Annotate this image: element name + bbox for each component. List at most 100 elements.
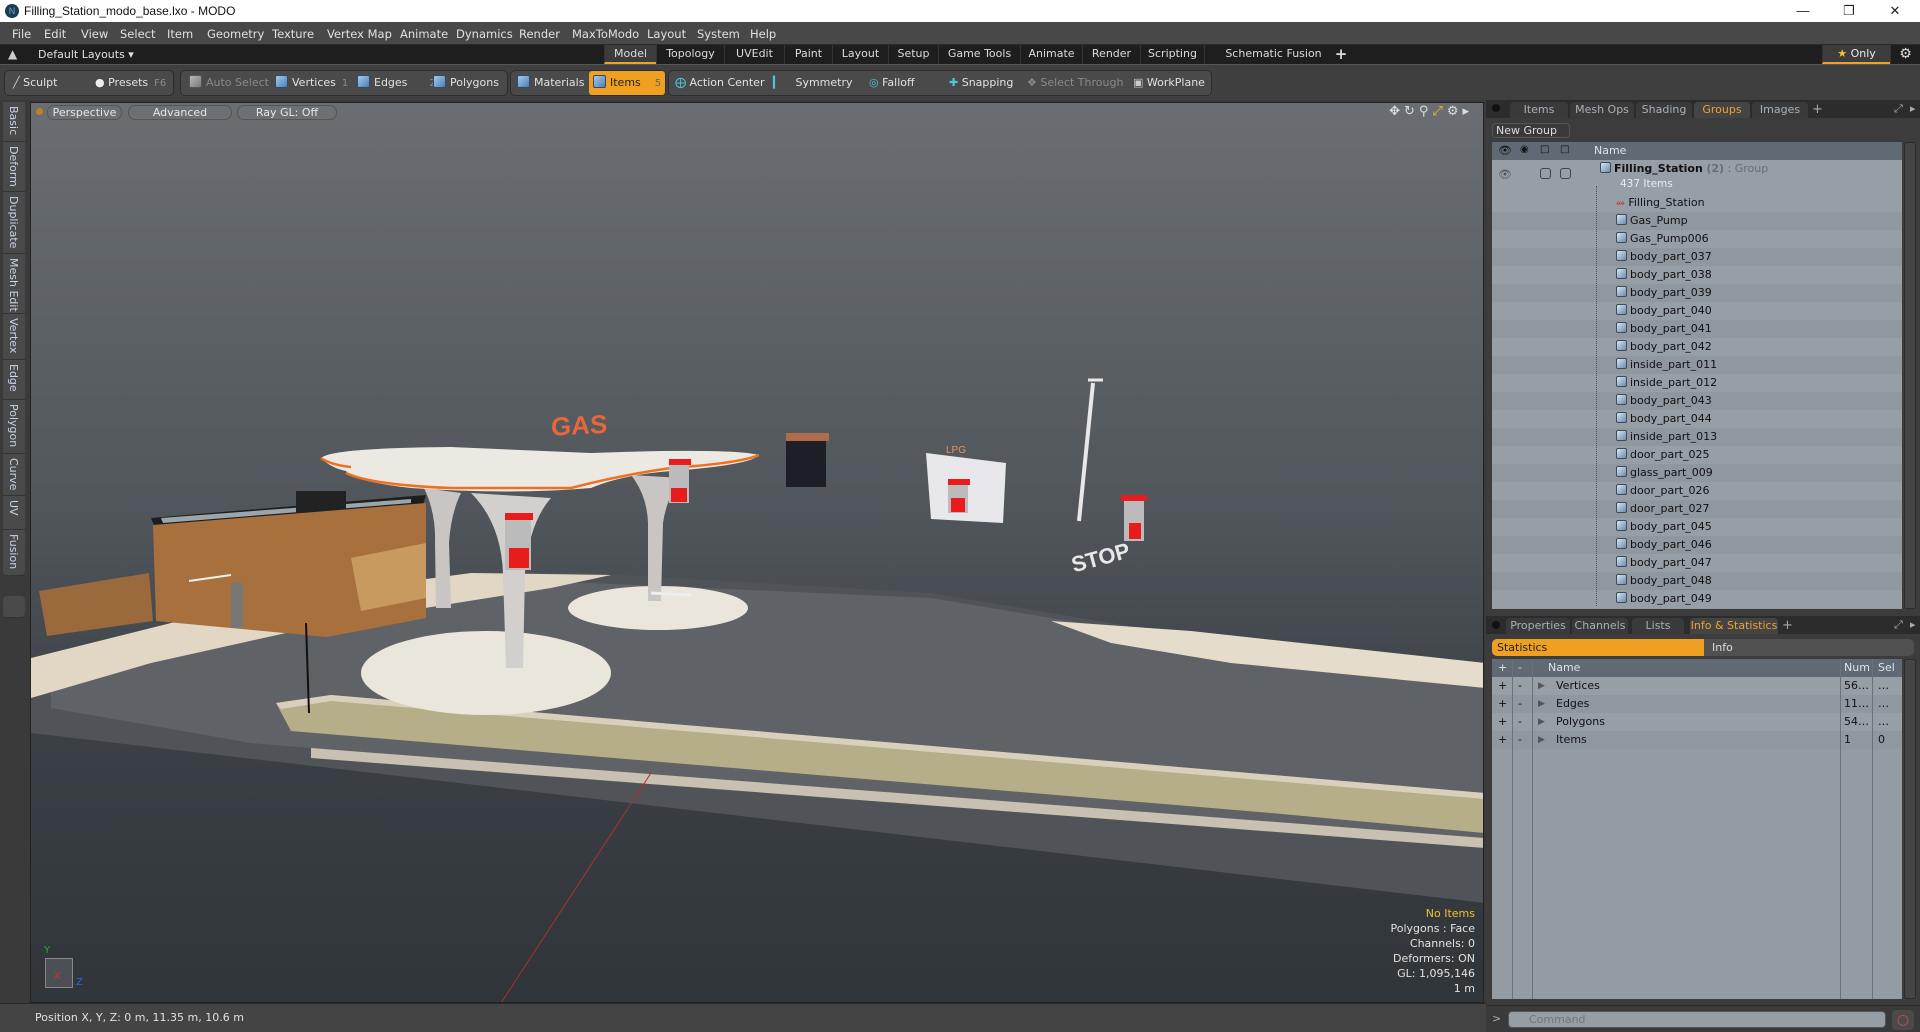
tab-images[interactable]: Images xyxy=(1752,102,1808,118)
vtab-edge[interactable]: Edge xyxy=(3,360,25,400)
vtab-extra[interactable] xyxy=(3,596,25,618)
stats-table-scrollbar[interactable] xyxy=(1904,659,1916,999)
list-item[interactable]: body_part_042 xyxy=(1492,338,1902,356)
collapse-up-icon[interactable]: ▲ xyxy=(8,47,17,61)
list-item[interactable]: body_part_045 xyxy=(1492,518,1902,536)
group-lock-toggle[interactable] xyxy=(1540,168,1551,179)
add-tab-button[interactable]: + xyxy=(1330,45,1352,64)
expand-icon[interactable]: + xyxy=(1498,733,1507,746)
menu-help[interactable]: Help xyxy=(750,27,776,41)
workplane-button[interactable]: ▣ WorkPlane xyxy=(1129,71,1205,95)
collapse-icon[interactable]: - xyxy=(1518,733,1522,746)
list-item[interactable]: body_part_039 xyxy=(1492,284,1902,302)
subtab-statistics[interactable]: Statistics xyxy=(1492,639,1704,656)
only-toggle[interactable]: ★ Only xyxy=(1822,45,1890,64)
name-column-header[interactable]: Name xyxy=(1548,661,1580,674)
menu-maxtomodo[interactable]: MaxToModo xyxy=(572,27,639,41)
vtab-deform[interactable]: Deform xyxy=(3,142,25,192)
auto-select-button[interactable]: Auto Select xyxy=(185,71,269,95)
list-item[interactable]: Gas_Pump006 xyxy=(1492,230,1902,248)
close-icon[interactable]: ✕ xyxy=(1872,0,1918,22)
list-item[interactable]: body_part_048 xyxy=(1492,572,1902,590)
list-item[interactable]: Gas_Pump xyxy=(1492,212,1902,230)
panel-menu-arrow-icon[interactable]: ▸ xyxy=(1910,102,1916,115)
menu-view[interactable]: View xyxy=(81,27,108,41)
menu-dynamics[interactable]: Dynamics xyxy=(456,27,513,41)
list-item[interactable]: body_part_044 xyxy=(1492,410,1902,428)
vtab-mesh-edit[interactable]: Mesh Edit xyxy=(3,254,25,314)
vtab-fusion[interactable]: Fusion xyxy=(3,530,25,576)
sculpt-button[interactable]: ╱ Sculpt xyxy=(9,71,57,95)
group-visibility-icon[interactable]: 👁 xyxy=(1498,168,1512,181)
list-item[interactable]: inside_part_013 xyxy=(1492,428,1902,446)
menu-file[interactable]: File xyxy=(12,27,31,41)
list-item[interactable]: glass_part_009 xyxy=(1492,464,1902,482)
vertices-button[interactable]: Vertices 1 xyxy=(271,71,348,95)
menu-select[interactable]: Select xyxy=(120,27,155,41)
tab-model[interactable]: Model xyxy=(604,45,656,64)
list-item[interactable]: inside_part_011 xyxy=(1492,356,1902,374)
disclosure-arrow-icon[interactable]: ▶ xyxy=(1538,699,1545,709)
tab-render[interactable]: Render xyxy=(1082,45,1140,64)
tab-items[interactable]: Items xyxy=(1510,102,1568,118)
num-column-header[interactable]: Num xyxy=(1844,661,1870,674)
minimize-icon[interactable]: — xyxy=(1780,0,1826,22)
menu-layout[interactable]: Layout xyxy=(647,27,686,41)
menu-geometry[interactable]: Geometry xyxy=(207,27,264,41)
vtab-curve[interactable]: Curve xyxy=(3,454,25,496)
group-row[interactable]: 👁 Filling_Station (2) : Group 437 Items xyxy=(1492,160,1902,194)
snapping-button[interactable]: ✚ Snapping xyxy=(945,71,1013,95)
expand-icon[interactable]: + xyxy=(1498,715,1507,728)
list-item[interactable]: door_part_026 xyxy=(1492,482,1902,500)
tab-info-statistics[interactable]: Info & Statistics xyxy=(1690,618,1778,634)
tab-shading[interactable]: Shading xyxy=(1636,102,1692,118)
menu-edit[interactable]: Edit xyxy=(44,27,66,41)
polygons-button[interactable]: Polygons xyxy=(429,71,499,95)
disclosure-arrow-icon[interactable]: ▶ xyxy=(1538,735,1545,745)
tab-uvedit[interactable]: UVEdit xyxy=(724,45,784,64)
visibility-column-icon[interactable]: 👁 xyxy=(1498,144,1512,157)
list-item[interactable]: inside_part_012 xyxy=(1492,374,1902,392)
select-column-icon[interactable]: □ xyxy=(1560,144,1569,155)
menu-render[interactable]: Render xyxy=(519,27,560,41)
menu-system[interactable]: System xyxy=(697,27,740,41)
subtab-info[interactable]: Info xyxy=(1712,639,1733,656)
collapse-icon[interactable]: - xyxy=(1518,679,1522,692)
select-through-button[interactable]: ❖ Select Through xyxy=(1023,71,1123,95)
collapse-icon[interactable]: - xyxy=(1518,715,1522,728)
command-input[interactable] xyxy=(1508,1011,1886,1028)
tab-animate[interactable]: Animate xyxy=(1020,45,1082,64)
tab-channels[interactable]: Channels xyxy=(1572,618,1628,634)
tab-topology[interactable]: Topology xyxy=(656,45,724,64)
restore-icon[interactable]: ❐ xyxy=(1826,0,1872,22)
expand-all-header[interactable]: + xyxy=(1498,661,1507,674)
vtab-basic[interactable]: Basic xyxy=(3,102,25,142)
list-item[interactable]: ⥈ Filling_Station xyxy=(1492,194,1902,212)
list-item[interactable]: body_part_038 xyxy=(1492,266,1902,284)
symmetry-button[interactable]: ▎ Symmetry xyxy=(769,71,853,95)
tab-setup[interactable]: Setup xyxy=(888,45,938,64)
list-item[interactable]: body_part_043 xyxy=(1492,392,1902,410)
expand-icon[interactable]: + xyxy=(1498,679,1507,692)
list-item[interactable]: body_part_037 xyxy=(1492,248,1902,266)
new-group-button[interactable]: New Group xyxy=(1492,123,1570,138)
expand-icon[interactable]: + xyxy=(1498,697,1507,710)
materials-button[interactable]: Materials xyxy=(513,71,584,95)
group-select-toggle[interactable] xyxy=(1560,168,1571,179)
items-button[interactable]: Items 5 xyxy=(589,71,665,95)
list-item[interactable]: door_part_027 xyxy=(1492,500,1902,518)
vtab-duplicate[interactable]: Duplicate xyxy=(3,192,25,254)
collapse-all-header[interactable]: - xyxy=(1518,661,1522,674)
list-item[interactable]: body_part_046 xyxy=(1492,536,1902,554)
tab-properties[interactable]: Properties xyxy=(1506,618,1570,634)
layout-selector[interactable]: Default Layouts ▾ xyxy=(38,48,134,61)
disclosure-arrow-icon[interactable]: ▶ xyxy=(1538,717,1545,727)
record-icon[interactable]: ○ xyxy=(1892,1010,1914,1030)
edges-button[interactable]: Edges2 xyxy=(353,71,436,95)
tab-schematic-fusion[interactable]: Schematic Fusion xyxy=(1204,45,1342,64)
falloff-button[interactable]: ◎ Falloff xyxy=(865,71,915,95)
vtab-vertex[interactable]: Vertex xyxy=(3,314,25,360)
name-column-header[interactable]: Name xyxy=(1594,144,1626,157)
gear-icon[interactable]: ⚙ xyxy=(1890,45,1920,64)
menu-vertex-map[interactable]: Vertex Map xyxy=(327,27,392,41)
